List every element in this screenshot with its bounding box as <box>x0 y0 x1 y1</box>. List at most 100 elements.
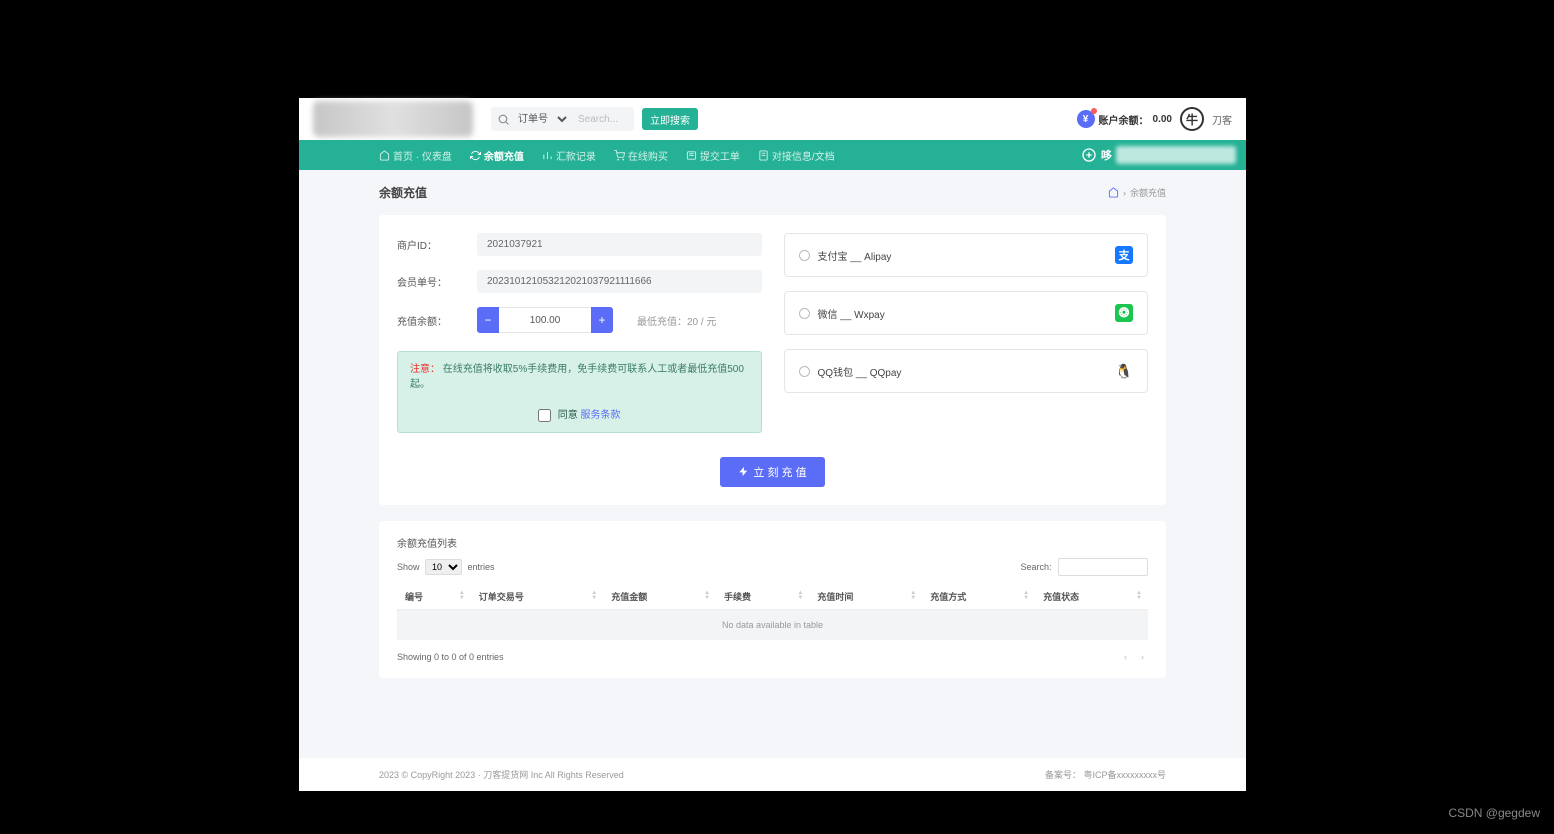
merchant-id-field[interactable] <box>477 233 762 256</box>
sort-icon: ▲▼ <box>591 591 597 601</box>
column-header[interactable]: 充值时间▲▼ <box>809 584 922 610</box>
column-header[interactable]: 编号▲▼ <box>397 584 471 610</box>
sort-icon: ▲▼ <box>1023 591 1029 601</box>
ticket-icon <box>686 150 697 161</box>
records-card: 余额充值列表 Show 10 entries Search: 编号▲▼ 订单交易… <box>379 521 1166 678</box>
table-search-input[interactable] <box>1058 558 1148 576</box>
table-search: Search: <box>1020 558 1148 576</box>
footer: 2023 © CopyRight 2023 · 刀客提货网 Inc All Ri… <box>299 758 1246 791</box>
payment-option-qq[interactable]: QQ钱包 __ QQpay 🐧 <box>784 349 1149 393</box>
nav-remittance[interactable]: 汇款记录 <box>542 148 596 163</box>
agree-label: 同意 <box>558 410 581 421</box>
sort-icon: ▲▼ <box>704 591 710 601</box>
table-controls: Show 10 entries Search: <box>397 558 1148 576</box>
min-amount-hint: 最低充值：20 / 元 <box>637 313 716 328</box>
notice-text: 在线充值将收取5%手续费用，免手续费可联系人工或者最低充值500起。 <box>410 364 744 390</box>
search-button[interactable]: 立即搜索 <box>642 108 698 130</box>
entries-select[interactable]: 10 <box>425 559 462 575</box>
doc-icon <box>758 150 769 161</box>
payment-option-wechat[interactable]: 微信 __ Wxpay ❂ <box>784 291 1149 335</box>
nav-docs[interactable]: 对接信息/文档 <box>758 148 835 163</box>
search-icon <box>497 113 510 126</box>
amount-increment-button[interactable]: + <box>591 307 613 333</box>
notice-prefix: 注意： <box>410 364 440 375</box>
amount-input[interactable] <box>499 307 591 333</box>
alipay-icon: 支 <box>1115 246 1133 264</box>
records-table: 编号▲▼ 订单交易号▲▼ 充值金额▲▼ 手续费▲▼ 充值时间▲▼ 充值方式▲▼ … <box>397 584 1148 640</box>
wechat-icon: ❂ <box>1115 304 1133 322</box>
empty-message: No data available in table <box>397 609 1148 640</box>
icp: 备案号： 粤ICP备xxxxxxxxx号 <box>1045 768 1166 781</box>
table-info: Showing 0 to 0 of 0 entries <box>397 652 504 662</box>
balance-badge[interactable]: ¥ 账户余额： 0.00 <box>1077 110 1172 128</box>
page-next-button[interactable]: › <box>1137 650 1148 664</box>
breadcrumb-home-icon[interactable] <box>1108 187 1119 198</box>
column-header[interactable]: 订单交易号▲▼ <box>471 584 603 610</box>
nav-recharge[interactable]: 余额充值 <box>470 148 524 163</box>
icp-link[interactable]: 粤ICP备xxxxxxxxx号 <box>1083 770 1166 780</box>
submit-recharge-button[interactable]: 立 刻 充 值 <box>720 457 824 487</box>
app-window: 订单号 立即搜索 ¥ 账户余额： 0.00 牛 刀客 首页 · 仪表盘 余额充值… <box>299 98 1246 791</box>
notice-box: 注意： 在线充值将收取5%手续费用，免手续费可联系人工或者最低充值500起。 同… <box>397 351 762 433</box>
table-footer: Showing 0 to 0 of 0 entries ‹ › <box>397 650 1148 664</box>
copyright: 2023 © CopyRight 2023 · 刀客提货网 Inc All Ri… <box>379 768 624 781</box>
terms-link[interactable]: 服务条款 <box>581 410 621 421</box>
recharge-form: 商户ID： 会员单号： 充值余额： − + <box>397 233 762 433</box>
balance-icon: ¥ <box>1077 110 1095 128</box>
agree-checkbox[interactable] <box>538 409 551 422</box>
logo <box>313 101 473 137</box>
notification-dot <box>1091 108 1097 114</box>
sort-icon: ▲▼ <box>797 591 803 601</box>
column-header[interactable]: 手续费▲▼ <box>716 584 809 610</box>
page-prev-button[interactable]: ‹ <box>1120 650 1131 664</box>
column-header[interactable]: 充值金额▲▼ <box>603 584 716 610</box>
sort-icon: ▲▼ <box>459 591 465 601</box>
amount-decrement-button[interactable]: − <box>477 307 499 333</box>
sort-icon: ▲▼ <box>910 591 916 601</box>
nav-buy[interactable]: 在线购买 <box>614 148 668 163</box>
search-input[interactable] <box>574 114 634 125</box>
amount-label: 充值余额： <box>397 313 465 328</box>
nav-bar: 首页 · 仪表盘 余额充值 汇款记录 在线购买 提交工单 对接信息/文档 哆 <box>299 140 1246 170</box>
recharge-card: 商户ID： 会员单号： 充值余额： − + <box>379 215 1166 505</box>
header-right: ¥ 账户余额： 0.00 牛 刀客 <box>1077 107 1232 131</box>
payment-option-alipay[interactable]: 支付宝 __ Alipay 支 <box>784 233 1149 277</box>
brand-icon <box>1081 147 1097 163</box>
refresh-icon <box>470 150 481 161</box>
order-number-field[interactable] <box>477 270 762 293</box>
pager: ‹ › <box>1120 650 1148 664</box>
top-header: 订单号 立即搜索 ¥ 账户余额： 0.00 牛 刀客 <box>299 98 1246 140</box>
sort-icon: ▲▼ <box>1136 591 1142 601</box>
nav-brand: 哆 <box>1081 146 1236 164</box>
show-entries: Show 10 entries <box>397 559 495 575</box>
balance-label: 账户余额： <box>1099 112 1149 127</box>
payment-label: 微信 __ Wxpay <box>818 306 885 321</box>
qq-icon: 🐧 <box>1115 362 1133 380</box>
search-group: 订单号 <box>491 107 634 131</box>
cart-icon <box>614 150 625 161</box>
balance-value: 0.00 <box>1153 114 1172 125</box>
nav-ticket[interactable]: 提交工单 <box>686 148 740 163</box>
page-body: 余额充值 › 余额充值 商户ID： 会员单号： <box>299 170 1246 734</box>
lightning-icon <box>738 466 749 477</box>
avatar-icon[interactable]: 牛 <box>1180 107 1204 131</box>
breadcrumb: › 余额充值 <box>1108 186 1166 199</box>
payment-label: 支付宝 __ Alipay <box>818 248 892 263</box>
table-title: 余额充值列表 <box>397 535 1148 550</box>
radio-icon <box>799 250 810 261</box>
radio-icon <box>799 308 810 319</box>
page-header: 余额充值 › 余额充值 <box>379 184 1166 201</box>
search-type-select[interactable]: 订单号 <box>514 113 570 126</box>
breadcrumb-current: 余额充值 <box>1130 186 1166 199</box>
order-number-label: 会员单号： <box>397 274 465 289</box>
username: 刀客 <box>1212 112 1232 127</box>
column-header[interactable]: 充值状态▲▼ <box>1035 584 1148 610</box>
nav-dashboard[interactable]: 首页 · 仪表盘 <box>379 148 452 163</box>
empty-row: No data available in table <box>397 609 1148 640</box>
payment-label: QQ钱包 __ QQpay <box>818 364 902 379</box>
home-icon <box>379 150 390 161</box>
column-header[interactable]: 充值方式▲▼ <box>922 584 1035 610</box>
page-title: 余额充值 <box>379 184 427 201</box>
chart-icon <box>542 150 553 161</box>
payment-options: 支付宝 __ Alipay 支 微信 __ Wxpay ❂ QQ钱包 __ QQ… <box>784 233 1149 433</box>
